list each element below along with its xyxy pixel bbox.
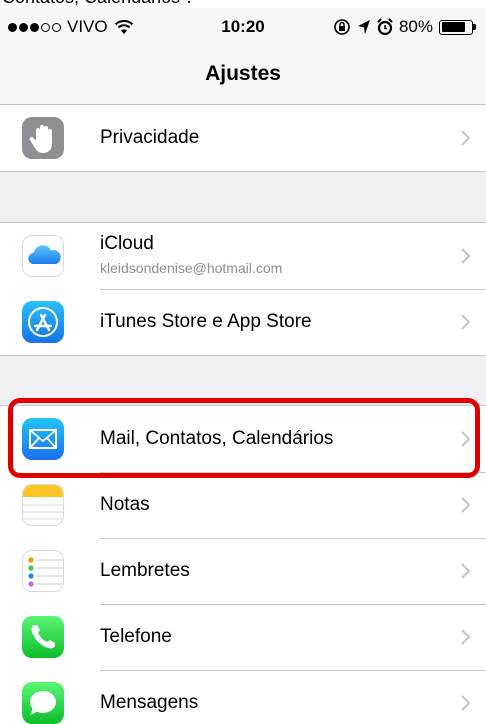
settings-row-label: iCloud: [100, 233, 154, 254]
settings-row-lembretes[interactable]: Lembretes: [0, 538, 486, 604]
location-icon: [357, 20, 370, 34]
chevron-right-icon: [461, 563, 471, 579]
chevron-right-icon: [461, 314, 471, 330]
caption-label: Contatos, Calendários".: [2, 0, 192, 8]
status-bar: VIVO 10:20 80%: [0, 8, 486, 44]
settings-row-telefone[interactable]: Telefone: [0, 604, 486, 670]
settings-row-mensagens[interactable]: Mensagens: [0, 670, 486, 724]
battery-percentage: 80%: [398, 17, 433, 36]
chevron-right-icon: [461, 695, 471, 711]
settings-row-privacidade[interactable]: Privacidade: [0, 105, 486, 171]
chevron-right-icon: [461, 130, 471, 146]
battery-icon: [439, 19, 476, 35]
chevron-right-icon: [461, 248, 471, 264]
cloud-icon: [22, 235, 64, 277]
reminders-icon: [22, 550, 64, 592]
caption-text: Contatos, Calendários".: [0, 0, 486, 8]
settings-group-accounts: iCloud kleidsondenise@hotmail.com iTunes…: [0, 222, 486, 356]
settings-row-label: Privacidade: [100, 127, 200, 148]
app-store-icon: [22, 301, 64, 343]
hand-icon: [22, 117, 64, 159]
messages-icon: [22, 682, 64, 724]
settings-row-label: Telefone: [100, 626, 172, 647]
page-title: Ajustes: [205, 62, 281, 85]
settings-row-label: iTunes Store e App Store: [100, 311, 312, 332]
notes-icon: [22, 484, 64, 526]
settings-row-icloud[interactable]: iCloud kleidsondenise@hotmail.com: [0, 223, 486, 289]
highlight-annotation: [8, 398, 480, 478]
orientation-lock-icon: [334, 19, 350, 35]
chevron-right-icon: [461, 497, 471, 513]
settings-row-label: Lembretes: [100, 560, 190, 581]
settings-row-label: Mensagens: [100, 692, 199, 713]
chevron-right-icon: [461, 629, 471, 645]
navigation-bar: Ajustes: [0, 44, 486, 108]
alarm-icon: [377, 18, 393, 36]
account-email: kleidsondenise@hotmail.com: [100, 260, 283, 276]
settings-row-itunes-app-store[interactable]: iTunes Store e App Store: [0, 289, 486, 355]
phone-icon: [22, 616, 64, 658]
settings-group-privacy: Privacidade: [0, 104, 486, 172]
settings-row-label: Notas: [100, 494, 150, 515]
settings-row-notas[interactable]: Notas: [0, 472, 486, 538]
